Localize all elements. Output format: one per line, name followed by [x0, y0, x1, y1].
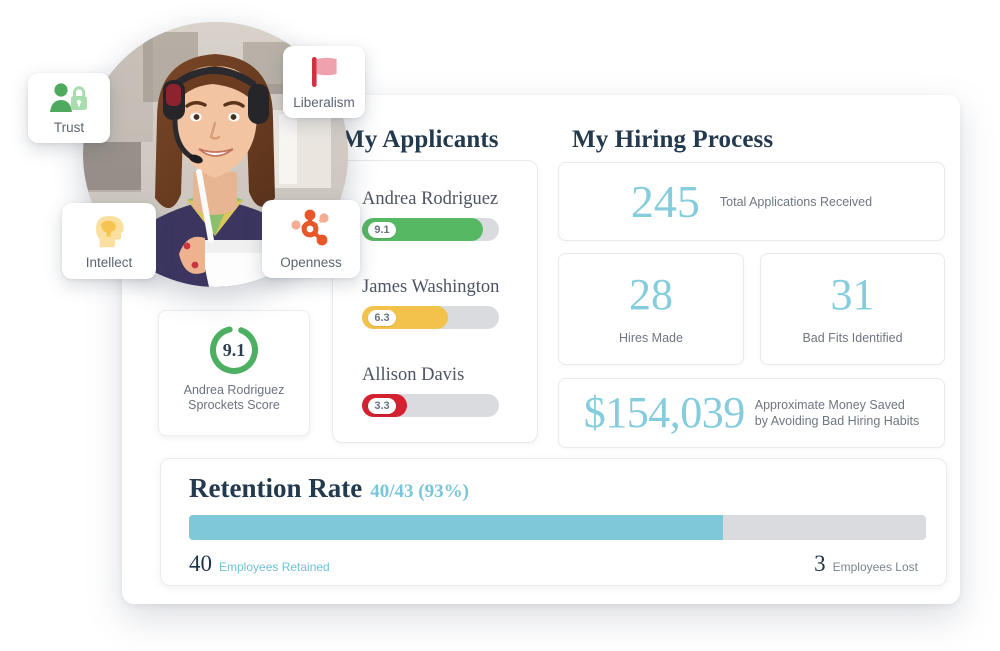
score-label-line1: Andrea Rodriguez: [183, 383, 285, 397]
applicant-score-bar: 6.3: [362, 306, 499, 329]
stat-caption: Bad Fits Identified: [802, 331, 903, 345]
sprockets-score-card: 9.1 Andrea Rodriguez Sprockets Score: [158, 310, 310, 436]
trait-badge-openness[interactable]: Openness: [262, 200, 360, 278]
applicants-panel: Andrea Rodriguez 9.1 James Washington 6.…: [332, 160, 538, 443]
employees-lost: 3 Employees Lost: [814, 552, 918, 575]
applicant-name: Allison Davis: [362, 365, 465, 385]
applicant-score-badge: 6.3: [368, 309, 396, 326]
applicant-name: James Washington: [362, 277, 500, 297]
trait-badge-intellect[interactable]: Intellect: [62, 203, 156, 279]
trait-badge-liberalism[interactable]: Liberalism: [283, 46, 365, 118]
score-label-line2: Sprockets Score: [188, 398, 280, 412]
applicant-score-badge: 3.3: [368, 397, 396, 414]
applicant-row-3[interactable]: Allison Davis 3.3: [362, 365, 512, 417]
retention-rate-card: Retention Rate 40/43 (93%) 40 Employees …: [160, 458, 947, 586]
brain-head-icon: [96, 215, 124, 247]
stat-card-hires-made: 28 Hires Made: [558, 253, 744, 365]
retained-value: 40: [189, 551, 212, 576]
retained-caption: Employees Retained: [219, 560, 330, 574]
page-title-applicants: My Applicants: [341, 126, 499, 153]
trait-label: Intellect: [85, 254, 133, 270]
person-lock-icon: [50, 82, 87, 112]
applicant-score-badge: 9.1: [368, 221, 396, 238]
applicant-score-bar: 3.3: [362, 394, 499, 417]
applicant-row-1[interactable]: Andrea Rodriguez 9.1: [362, 189, 512, 241]
employees-retained: 40 Employees Retained: [189, 552, 330, 575]
network-nodes-icon: [291, 209, 329, 245]
stat-value: 31: [830, 270, 875, 319]
dashboard-stage: My Applicants My Hiring Process Andrea R…: [0, 0, 1000, 651]
trait-label: Liberalism: [293, 94, 355, 110]
stat-card-bad-fits: 31 Bad Fits Identified: [760, 253, 945, 365]
score-card-label: Andrea Rodriguez Sprockets Score: [159, 383, 309, 413]
applicant-name: Andrea Rodriguez: [362, 189, 499, 209]
applicant-row-2[interactable]: James Washington 6.3: [362, 277, 512, 329]
retention-fraction: 40/43 (93%): [370, 481, 469, 502]
lost-value: 3: [814, 551, 826, 576]
money-caption-line2: by Avoiding Bad Hiring Habits: [754, 414, 920, 428]
stat-caption: Hires Made: [619, 331, 683, 345]
trait-label: Trust: [53, 119, 85, 135]
score-donut-chart: 9.1: [207, 323, 261, 377]
trait-label: Openness: [280, 254, 342, 270]
stat-value: 28: [629, 270, 673, 319]
score-value: 9.1: [222, 339, 246, 360]
flag-icon: [312, 56, 337, 87]
stat-card-total-applications: 245 Total Applications Received: [558, 162, 945, 241]
money-saved-caption: Approximate Money Saved by Avoiding Bad …: [755, 397, 919, 429]
page-title-hiring-process: My Hiring Process: [572, 126, 774, 153]
stat-card-money-saved: $154,039 Approximate Money Saved by Avoi…: [558, 378, 945, 448]
stat-caption: Total Applications Received: [719, 194, 873, 209]
lost-caption: Employees Lost: [832, 560, 918, 574]
retention-bar: [189, 515, 926, 540]
retention-title: Retention Rate: [189, 473, 363, 503]
trait-badge-trust[interactable]: Trust: [28, 73, 110, 143]
money-caption-line1: Approximate Money Saved: [754, 398, 905, 412]
retention-bar-fill: [189, 515, 724, 540]
retention-title-row: Retention Rate 40/43 (93%): [189, 473, 469, 504]
stat-value: 245: [630, 175, 700, 227]
money-saved-value: $154,039: [583, 388, 746, 437]
applicant-score-bar: 9.1: [362, 218, 499, 241]
